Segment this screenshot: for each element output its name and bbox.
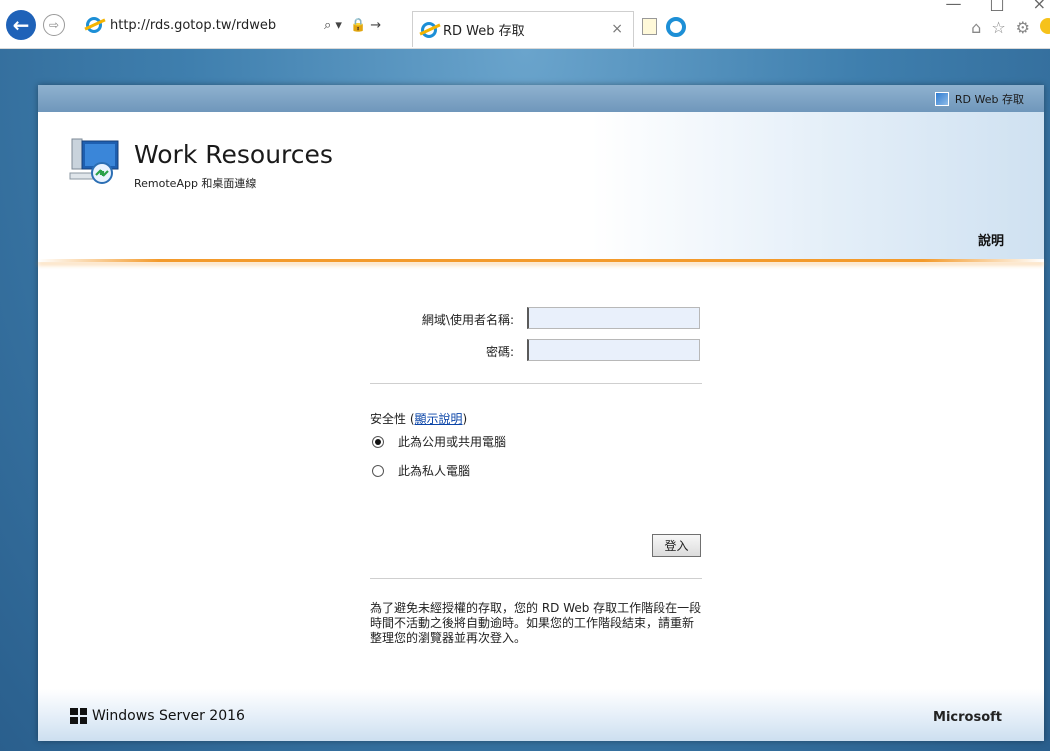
window-controls: — □ × — [945, 0, 1046, 13]
page-subtitle: RemoteApp 和桌面連線 — [134, 177, 257, 190]
ie-icon — [86, 17, 102, 33]
forward-arrow-icon[interactable]: ⇨ — [43, 14, 65, 36]
address-bar[interactable]: http://rds.gotop.tw/rdweb ⌕ ▾ 🔒 → — [86, 13, 410, 37]
browser-chrome: ← ⇨ http://rds.gotop.tw/rdweb ⌕ ▾ 🔒 → RD… — [0, 0, 1050, 49]
security-close-paren: ) — [462, 412, 468, 426]
settings-gear-icon[interactable]: ⚙ — [1016, 18, 1030, 37]
orange-divider — [38, 259, 1044, 262]
security-label: 安全性 ( — [370, 412, 415, 426]
radio-private-computer[interactable]: 此為私人電腦 — [370, 462, 470, 479]
tab-close-icon[interactable]: × — [611, 21, 623, 37]
rdweb-panel: RD Web 存取 Work Resources RemoteApp 和桌面連線… — [38, 85, 1044, 741]
password-label: 密碼: — [485, 345, 514, 359]
favorites-star-icon[interactable]: ☆ — [991, 18, 1005, 37]
security-heading: 安全性 (顯示說明) — [370, 410, 467, 427]
close-icon[interactable]: × — [1033, 0, 1046, 13]
help-link[interactable]: 說明 — [978, 230, 1004, 249]
address-tools: ⌕ ▾ 🔒 → — [324, 18, 381, 33]
radio-public-label: 此為公用或共用電腦 — [398, 435, 507, 449]
tab-title: RD Web 存取 — [443, 24, 525, 39]
tab-rdweb[interactable]: RD Web 存取 × — [412, 11, 634, 47]
radio-unselected-icon[interactable] — [372, 464, 384, 477]
microsoft-logo: Microsoft — [933, 710, 1002, 725]
username-label: 網域\使用者名稱: — [421, 313, 514, 327]
ie-tab-icon — [421, 21, 437, 38]
footer-product: Windows Server 2016 — [92, 708, 245, 724]
show-help-link[interactable]: 顯示說明 — [415, 412, 463, 426]
rdweb-icon — [934, 91, 949, 106]
radio-selected-icon[interactable] — [372, 435, 384, 448]
search-dropdown-icon[interactable]: ⌕ ▾ — [324, 18, 342, 33]
password-input[interactable] — [527, 339, 700, 361]
timeout-notice: 為了避免未經授權的存取，您的 RD Web 存取工作階段在一段時間不活動之後將自… — [370, 601, 702, 645]
maximize-icon[interactable]: □ — [989, 0, 1004, 13]
header: Work Resources RemoteApp 和桌面連線 說明 — [38, 112, 1044, 259]
notice-divider — [370, 578, 702, 579]
new-tab-icon[interactable] — [642, 18, 657, 35]
windows-logo-icon — [70, 708, 87, 724]
sign-in-button[interactable]: 登入 — [652, 534, 701, 557]
browser-tools: ⌂ ☆ ⚙ — [971, 18, 1050, 37]
top-bar: RD Web 存取 — [38, 85, 1044, 112]
footer: Windows Server 2016 Microsoft — [38, 689, 1044, 741]
remote-desktop-icon — [69, 138, 119, 184]
minimize-icon[interactable]: — — [945, 0, 961, 13]
url-text[interactable]: http://rds.gotop.tw/rdweb — [110, 18, 300, 33]
home-icon[interactable]: ⌂ — [971, 18, 981, 37]
radio-public-computer[interactable]: 此為公用或共用電腦 — [370, 433, 506, 450]
password-row: 密碼: — [370, 339, 702, 361]
radio-private-label: 此為私人電腦 — [398, 464, 471, 478]
form-divider — [370, 383, 702, 384]
ie-newtab-icon[interactable] — [666, 17, 686, 37]
feedback-smiley-icon[interactable] — [1040, 18, 1050, 34]
back-arrow-icon[interactable]: ← — [6, 10, 36, 40]
username-row: 網域\使用者名稱: — [370, 307, 702, 329]
top-bar-label: RD Web 存取 — [954, 92, 1024, 106]
username-input[interactable] — [527, 307, 700, 329]
lock-refresh-icon[interactable]: 🔒 → — [350, 18, 381, 33]
page-title: Work Resources — [134, 140, 333, 169]
